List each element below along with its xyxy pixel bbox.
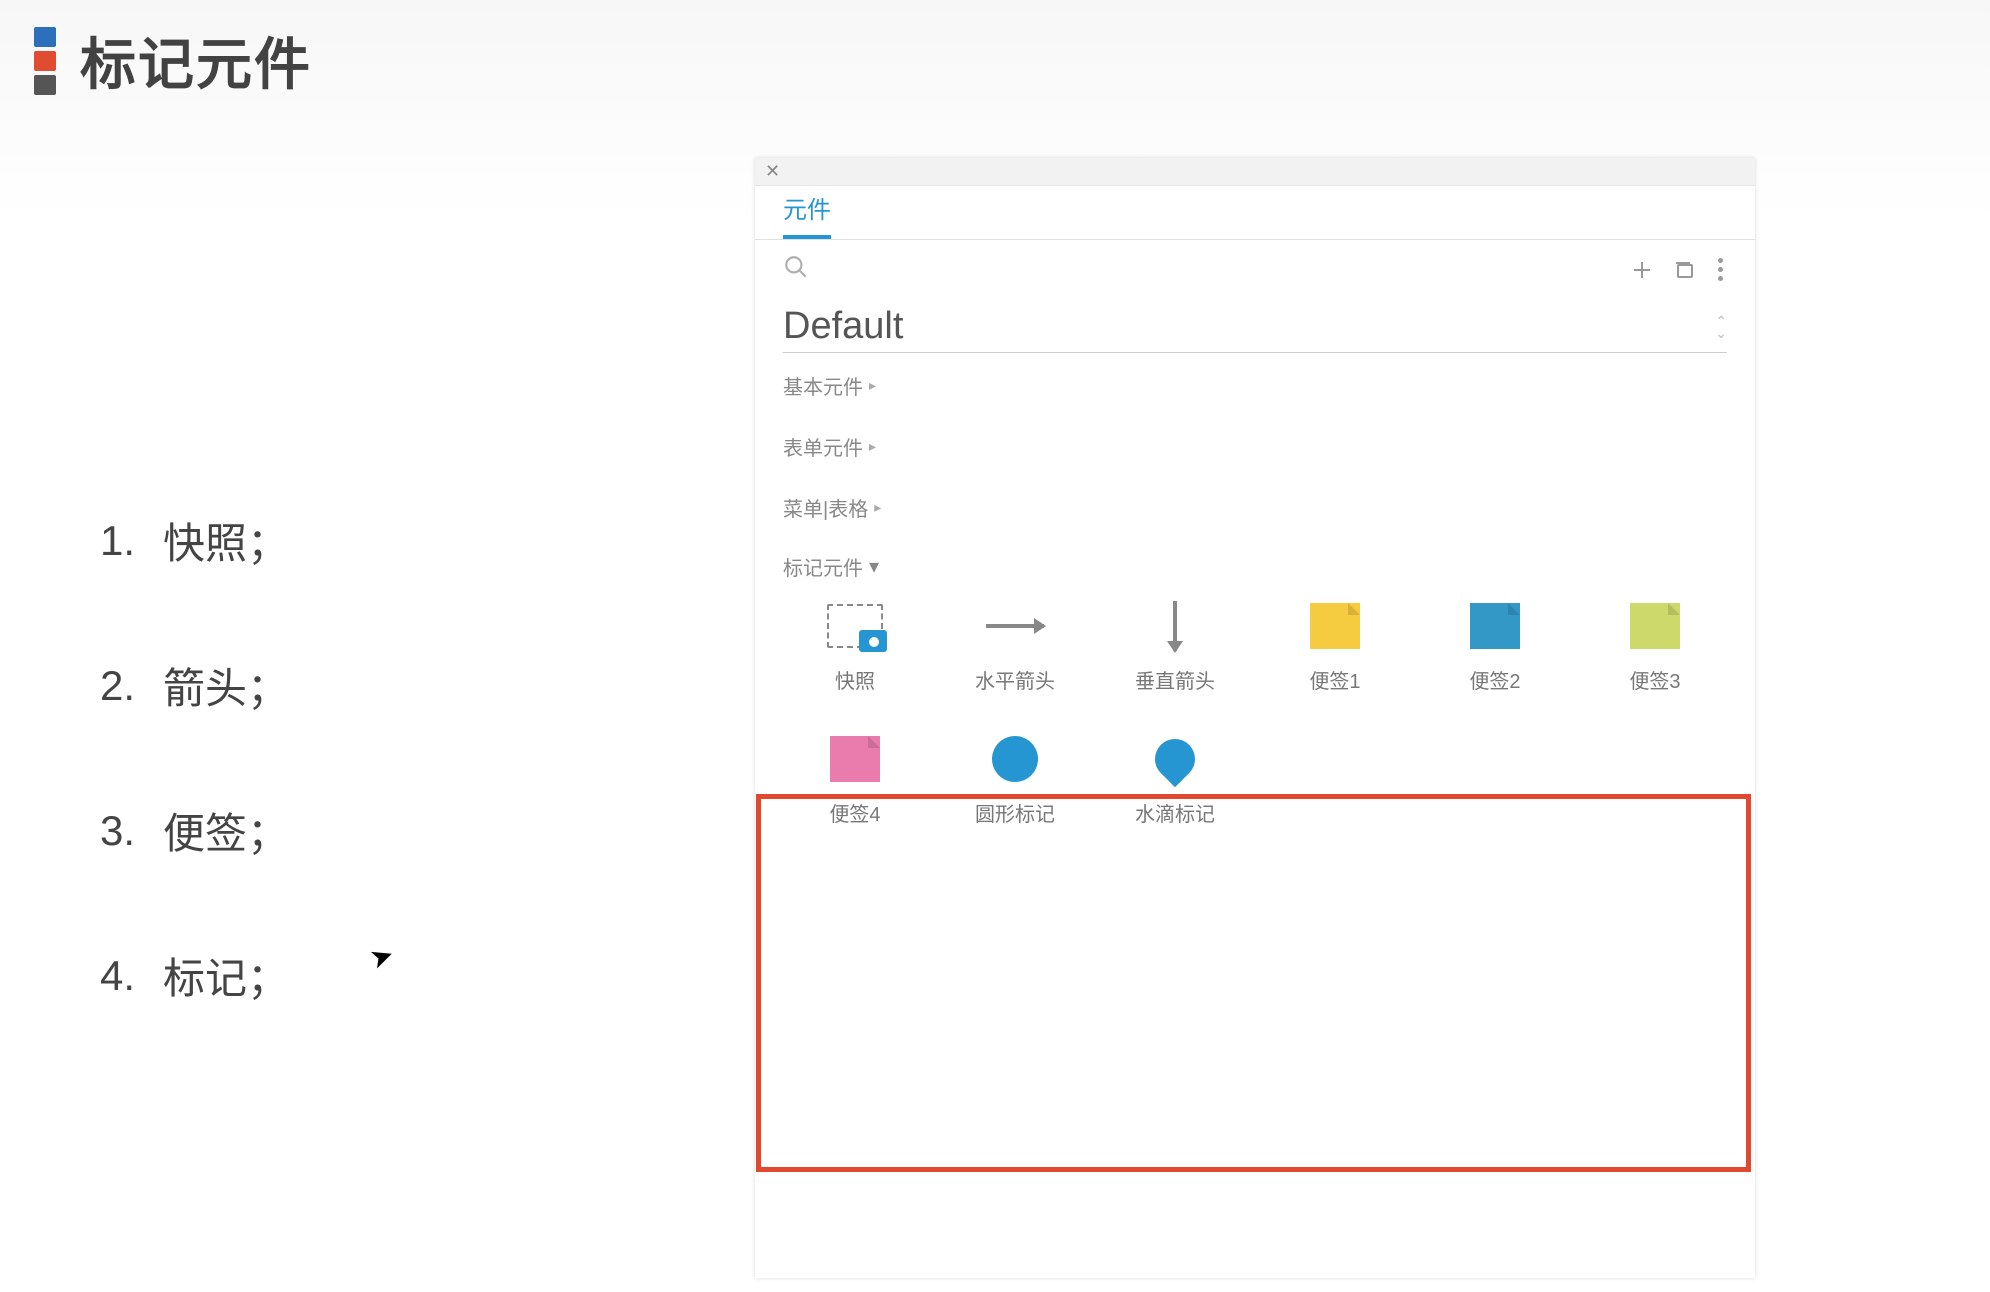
chevron-right-icon: ▸ bbox=[874, 499, 881, 516]
panel-tabs: 元件 bbox=[755, 186, 1755, 240]
widget-label: 快照 bbox=[835, 665, 875, 694]
add-icon[interactable] bbox=[1630, 258, 1654, 282]
page-title: 标记元件 bbox=[80, 20, 312, 101]
drop-marker-icon bbox=[1146, 734, 1204, 784]
chevron-right-icon: ▸ bbox=[869, 438, 876, 455]
widget-label: 便签1 bbox=[1309, 665, 1360, 694]
list-text: 箭头； bbox=[163, 655, 289, 716]
panel-toolbar bbox=[755, 240, 1755, 299]
widget-drop-marker[interactable]: 水滴标记 bbox=[1095, 734, 1255, 827]
list-text: 便签； bbox=[163, 800, 289, 861]
search-icon[interactable] bbox=[783, 254, 809, 285]
list-text: 快照； bbox=[163, 510, 289, 571]
section-label: 基本元件 bbox=[783, 371, 863, 400]
widget-sticky-note-2[interactable]: 便签2 bbox=[1415, 601, 1575, 694]
note-yellow-icon bbox=[1306, 601, 1364, 651]
horizontal-arrow-icon bbox=[986, 601, 1044, 651]
list-item: 1. 快照； bbox=[100, 510, 289, 571]
note-green-icon bbox=[1626, 601, 1684, 651]
close-icon[interactable]: ✕ bbox=[765, 161, 780, 182]
circle-marker-icon bbox=[986, 734, 1044, 784]
widget-label: 水滴标记 bbox=[1135, 798, 1215, 827]
vertical-arrow-icon bbox=[1146, 601, 1204, 651]
widget-label: 便签4 bbox=[829, 798, 880, 827]
widget-circle-marker[interactable]: 圆形标记 bbox=[935, 734, 1095, 827]
section-label: 表单元件 bbox=[783, 432, 863, 461]
page-header: 标记元件 bbox=[30, 20, 312, 101]
note-pink-icon bbox=[826, 734, 884, 784]
list-number: 2. bbox=[100, 662, 135, 710]
mouse-cursor-icon: ➤ bbox=[365, 937, 398, 976]
highlight-annotation bbox=[756, 794, 1751, 1172]
widget-sticky-note-3[interactable]: 便签3 bbox=[1575, 601, 1735, 694]
widget-label: 便签2 bbox=[1469, 665, 1520, 694]
widgets-grid: 快照 水平箭头 垂直箭头 便签1 便签2 便签3 便签4 圆形标记 bbox=[755, 591, 1755, 837]
list-item: 2. 箭头； bbox=[100, 655, 289, 716]
widget-label: 垂直箭头 bbox=[1135, 665, 1215, 694]
tab-widgets[interactable]: 元件 bbox=[783, 190, 831, 239]
stepper-icon: ⌃⌄ bbox=[1715, 316, 1727, 338]
chevron-right-icon: ▸ bbox=[869, 377, 876, 394]
section-markup[interactable]: 标记元件 ▾ bbox=[755, 536, 1755, 591]
list-item: 4. 标记； bbox=[100, 945, 289, 1006]
widget-label: 圆形标记 bbox=[975, 798, 1055, 827]
list-text: 标记； bbox=[163, 945, 289, 1006]
snapshot-icon bbox=[826, 601, 884, 651]
list-number: 4. bbox=[100, 952, 135, 1000]
library-name: Default bbox=[783, 305, 1715, 348]
more-icon[interactable] bbox=[1714, 258, 1727, 281]
widget-vertical-arrow[interactable]: 垂直箭头 bbox=[1095, 601, 1255, 694]
widget-sticky-note-1[interactable]: 便签1 bbox=[1255, 601, 1415, 694]
list-number: 1. bbox=[100, 517, 135, 565]
widget-snapshot[interactable]: 快照 bbox=[775, 601, 935, 694]
widget-label: 便签3 bbox=[1629, 665, 1680, 694]
chevron-down-icon: ▾ bbox=[869, 554, 879, 579]
library-selector[interactable]: Default ⌃⌄ bbox=[783, 305, 1727, 353]
section-form[interactable]: 表单元件 ▸ bbox=[755, 414, 1755, 475]
widget-horizontal-arrow[interactable]: 水平箭头 bbox=[935, 601, 1095, 694]
note-blue-icon bbox=[1466, 601, 1524, 651]
widget-label: 水平箭头 bbox=[975, 665, 1055, 694]
widget-sticky-note-4[interactable]: 便签4 bbox=[775, 734, 935, 827]
section-label: 菜单|表格 bbox=[783, 493, 868, 522]
content-list: 1. 快照； 2. 箭头； 3. 便签； 4. 标记； bbox=[100, 510, 289, 1090]
section-basic[interactable]: 基本元件 ▸ bbox=[755, 353, 1755, 414]
panel-titlebar: ✕ bbox=[755, 158, 1755, 186]
list-number: 3. bbox=[100, 807, 135, 855]
section-menu-table[interactable]: 菜单|表格 ▸ bbox=[755, 475, 1755, 536]
list-item: 3. 便签； bbox=[100, 800, 289, 861]
library-icon[interactable] bbox=[1672, 258, 1696, 282]
widgets-panel: ✕ 元件 Default ⌃⌄ 基本元件 ▸ 表单元件 ▸ 菜单|表格 ▸ bbox=[755, 158, 1755, 1278]
section-label: 标记元件 bbox=[783, 552, 863, 581]
app-logo-icon bbox=[30, 27, 56, 95]
